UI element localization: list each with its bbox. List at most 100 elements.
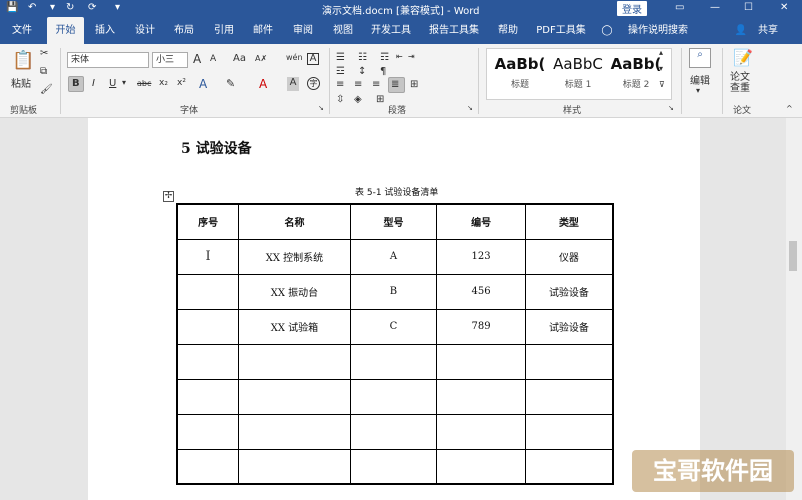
- shrink-font-button[interactable]: A: [210, 54, 216, 64]
- header-cell[interactable]: 型号: [349, 203, 438, 240]
- undo-dropdown-icon[interactable]: ▾: [50, 2, 55, 13]
- table-cell[interactable]: [176, 308, 240, 345]
- tab-developer[interactable]: 开发工具: [366, 17, 416, 44]
- table-cell[interactable]: [349, 343, 438, 380]
- header-cell[interactable]: 名称: [238, 203, 351, 240]
- tab-help[interactable]: 帮助: [491, 17, 525, 44]
- show-marks-icon[interactable]: ¶: [380, 66, 386, 77]
- styles-dialog-launcher-icon[interactable]: ↘: [668, 104, 674, 112]
- style-heading-1[interactable]: AaBbC 标题 1: [549, 55, 607, 90]
- share-icon[interactable]: 👤: [734, 17, 748, 44]
- justify-icon[interactable]: ≣: [391, 79, 399, 90]
- editing-button[interactable]: 编辑: [690, 72, 710, 87]
- vertical-scrollbar[interactable]: [786, 118, 802, 500]
- increase-indent-icon[interactable]: ⇥: [408, 52, 415, 61]
- line-spacing-icon[interactable]: ⇳: [336, 94, 344, 105]
- table-cell[interactable]: [349, 413, 438, 450]
- scrollbar-thumb[interactable]: [789, 241, 797, 271]
- table-cell[interactable]: [238, 413, 351, 450]
- table-cell[interactable]: I: [176, 238, 240, 275]
- tab-references[interactable]: 引用: [207, 17, 241, 44]
- font-color-icon[interactable]: A: [259, 77, 267, 91]
- tab-pdf-tools[interactable]: PDF工具集: [531, 17, 591, 44]
- tell-me-search[interactable]: 操作说明搜索: [620, 17, 696, 44]
- table-cell[interactable]: [349, 448, 438, 485]
- table-move-handle-icon[interactable]: ✢: [163, 191, 174, 202]
- tab-file[interactable]: 文件: [6, 17, 38, 44]
- table-cell[interactable]: [176, 413, 240, 450]
- italic-button[interactable]: I: [92, 78, 95, 89]
- table-cell[interactable]: [176, 343, 240, 380]
- table-cell[interactable]: [238, 343, 351, 380]
- ribbon-display-icon[interactable]: ▭: [675, 2, 684, 13]
- style-heading-2[interactable]: AaBb( 标题 2: [607, 55, 665, 90]
- table-cell[interactable]: [176, 378, 240, 415]
- font-dialog-launcher-icon[interactable]: ↘: [318, 104, 324, 112]
- table-cell[interactable]: 789: [436, 308, 526, 345]
- repeat-icon[interactable]: ⟳: [88, 2, 96, 13]
- tab-report-tools[interactable]: 报告工具集: [424, 17, 484, 44]
- multilevel-list-icon[interactable]: ☶: [380, 52, 389, 63]
- strikethrough-button[interactable]: abc: [137, 79, 151, 88]
- numbering-icon[interactable]: ☷: [358, 52, 367, 63]
- paste-button[interactable]: 粘贴: [11, 75, 31, 90]
- clear-format-icon[interactable]: A✗: [255, 54, 267, 63]
- change-case-button[interactable]: Aa: [233, 53, 246, 64]
- table-cell[interactable]: [436, 448, 526, 485]
- table-cell[interactable]: [238, 448, 351, 485]
- cut-icon[interactable]: ✂: [40, 48, 48, 59]
- editing-dropdown-icon[interactable]: ▾: [696, 86, 700, 95]
- distributed-icon[interactable]: ⊞: [410, 79, 418, 90]
- table-cell[interactable]: [436, 378, 526, 415]
- chinese-layout-icon[interactable]: ☲: [336, 66, 345, 77]
- shading-icon[interactable]: ◈: [354, 94, 362, 105]
- align-right-icon[interactable]: ≡: [372, 79, 380, 90]
- table-cell[interactable]: A: [349, 238, 438, 275]
- enclose-char-icon[interactable]: 字: [307, 77, 320, 90]
- bold-button[interactable]: B: [72, 78, 80, 89]
- table-cell[interactable]: [176, 273, 240, 310]
- sort-icon[interactable]: ↕: [358, 66, 366, 77]
- borders-icon[interactable]: ⊞: [376, 94, 384, 105]
- subscript-button[interactable]: x₂: [159, 78, 168, 88]
- tab-insert[interactable]: 插入: [88, 17, 122, 44]
- style-title[interactable]: AaBb( 标题: [491, 55, 549, 90]
- table-cell[interactable]: [349, 378, 438, 415]
- table-cell[interactable]: [524, 448, 614, 485]
- highlight-icon[interactable]: ✎: [226, 77, 235, 90]
- paste-icon[interactable]: 📋: [12, 50, 34, 71]
- equipment-table[interactable]: 序号 名称 型号 编号 类型 I XX 控制系统 A 123 仪器 XX 振动台…: [176, 203, 614, 485]
- save-icon[interactable]: 💾: [6, 2, 18, 13]
- tab-design[interactable]: 设计: [128, 17, 162, 44]
- table-cell[interactable]: [524, 413, 614, 450]
- styles-more-icon[interactable]: ⊽: [659, 80, 665, 89]
- text-effects-icon[interactable]: A: [199, 77, 207, 91]
- header-cell[interactable]: 序号: [176, 203, 240, 240]
- underline-button[interactable]: U: [109, 78, 116, 89]
- tab-mailings[interactable]: 邮件: [246, 17, 280, 44]
- maximize-icon[interactable]: ☐: [744, 2, 753, 13]
- table-cell[interactable]: [436, 413, 526, 450]
- login-button[interactable]: 登录: [617, 1, 647, 16]
- bullets-icon[interactable]: ☰: [336, 52, 345, 63]
- tab-review[interactable]: 审阅: [286, 17, 320, 44]
- char-border-icon[interactable]: A: [307, 53, 319, 65]
- table-cell[interactable]: [176, 448, 240, 485]
- table-cell[interactable]: 123: [436, 238, 526, 275]
- decrease-indent-icon[interactable]: ⇤: [396, 52, 403, 61]
- table-cell[interactable]: B: [349, 273, 438, 310]
- tab-view[interactable]: 视图: [326, 17, 360, 44]
- phonetic-guide-button[interactable]: wén: [286, 53, 303, 62]
- redo-icon[interactable]: ↻: [66, 2, 74, 13]
- search-icon[interactable]: ⌕: [689, 48, 711, 68]
- tab-layout[interactable]: 布局: [167, 17, 201, 44]
- align-center-icon[interactable]: ≡: [354, 79, 362, 90]
- collapse-ribbon-icon[interactable]: ^: [786, 104, 793, 113]
- styles-scroll-down-icon[interactable]: ▾: [659, 64, 663, 73]
- table-cell[interactable]: 试验设备: [524, 308, 614, 345]
- paper-check-button[interactable]: 论文 查重: [730, 72, 750, 94]
- format-painter-icon[interactable]: 🖌: [40, 84, 53, 95]
- paper-check-icon[interactable]: 📝: [733, 48, 753, 67]
- table-cell[interactable]: XX 振动台: [238, 273, 351, 310]
- paragraph-dialog-launcher-icon[interactable]: ↘: [467, 104, 473, 112]
